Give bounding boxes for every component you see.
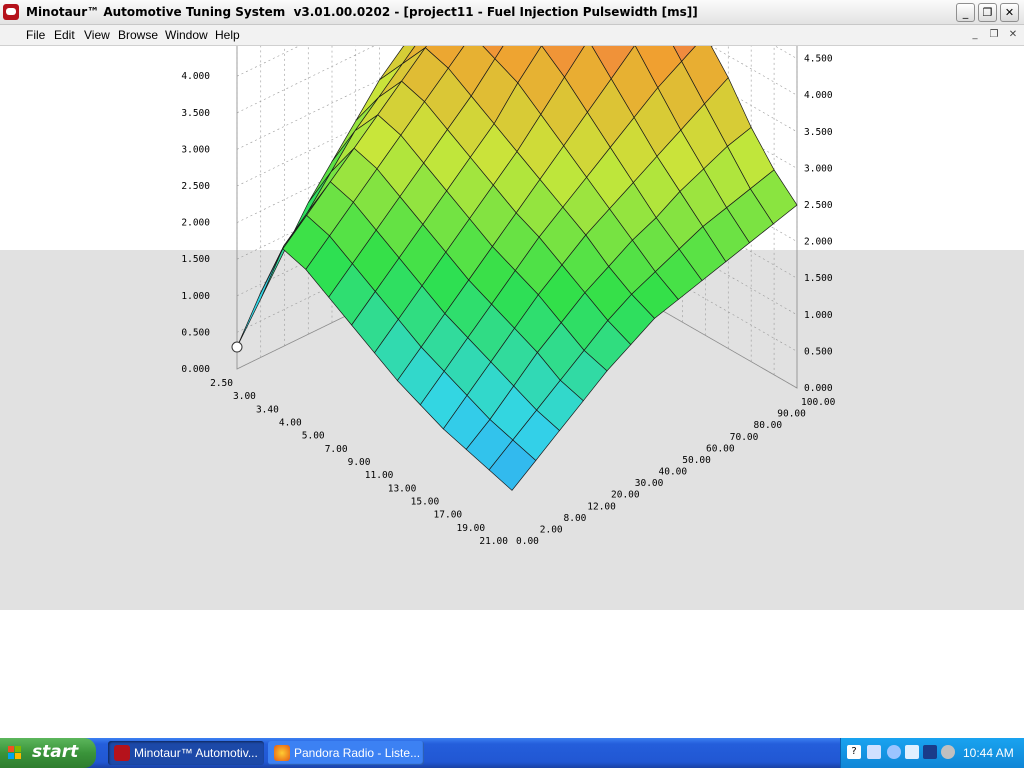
windows-flag-icon [8,746,22,760]
clock: 10:44 AM [963,746,1014,760]
child-restore-button[interactable]: ❐ [987,28,1001,42]
x-tick-label: 15.00 [411,497,440,508]
menu-help[interactable]: Help [215,28,240,42]
y-tick-label: 20.00 [611,490,640,501]
taskbar-button-minotaur[interactable]: Minotaur™ Automotiv... [108,741,264,765]
z-tick-label-right: 0.000 [804,383,833,394]
x-tick-label: 5.00 [302,431,325,442]
taskbar: start Minotaur™ Automotiv... Pandora Rad… [0,738,1024,768]
menu-browse[interactable]: Browse [118,28,158,42]
z-tick-label-right: 4.000 [804,90,833,101]
window-close-button[interactable]: ✕ [1000,3,1019,22]
y-tick-label: 70.00 [730,432,759,443]
z-tick-label-left: 2.500 [181,181,210,192]
minotaur-app-icon[interactable] [3,4,19,20]
minotaur-app-icon [114,745,130,761]
y-tick-label: 100.00 [801,397,836,408]
y-tick-label: 50.00 [682,455,711,466]
chevron-left-icon[interactable] [887,745,901,759]
y-tick-label: 30.00 [635,478,664,489]
child-minimize-button[interactable]: _ [968,28,982,42]
network-icon[interactable] [867,745,881,759]
x-tick-label: 21.00 [479,536,508,547]
z-tick-label-right: 2.500 [804,200,833,211]
chart-view-area[interactable]: 0.000 0.000 0.500 0.500 1.000 1.000 1.500 1.500… [0,46,1024,738]
x-tick-label: 3.40 [256,404,279,415]
menu-bar: File Edit View Browse Window Help _ ❐ ✕ [0,25,1024,46]
firefox-icon [274,745,290,761]
surface-chart[interactable]: 0.000 0.000 0.500 0.500 1.000 1.000 1.500 1.500… [0,46,1024,738]
window-title: Minotaur™ Automotive Tuning System v3.01… [26,5,698,19]
z-tick-label-right: 2.000 [804,237,833,248]
z-tick-label-left: 1.000 [181,291,210,302]
y-tick-label: 2.00 [540,524,563,535]
z-tick-label-left: 2.000 [181,218,210,229]
window-restore-button[interactable]: ❐ [978,3,997,22]
x-tick-label: 11.00 [365,470,394,481]
z-tick-label-right: 3.000 [804,163,833,174]
y-tick-label: 80.00 [754,420,783,431]
z-tick-label-left: 4.000 [181,71,210,82]
z-tick-label-right: 0.500 [804,346,833,357]
taskbar-button-pandora[interactable]: Pandora Radio - Liste... [268,741,424,765]
window-minimize-button[interactable]: _ [956,3,975,22]
y-tick-label: 40.00 [659,467,688,478]
menu-edit[interactable]: Edit [54,28,75,42]
wireless-icon[interactable] [905,745,919,759]
start-button[interactable]: start [0,738,96,768]
child-close-button[interactable]: ✕ [1006,28,1020,42]
z-tick-label-right: 4.500 [804,54,833,65]
help-icon[interactable]: ? [847,745,861,759]
x-tick-label: 13.00 [388,483,417,494]
menu-view[interactable]: View [84,28,110,42]
x-tick-label: 3.00 [233,391,256,402]
z-tick-label-left: 0.500 [181,327,210,338]
start-label: start [32,742,79,762]
y-tick-label: 8.00 [564,513,587,524]
y-tick-label: 12.00 [587,501,616,512]
z-tick-label-left: 1.500 [181,254,210,265]
y-tick-label: 60.00 [706,443,735,454]
x-tick-label: 19.00 [456,523,485,534]
y-tick-label: 0.00 [516,536,539,547]
z-tick-label-right: 3.500 [804,127,833,138]
x-tick-label: 9.00 [348,457,371,468]
taskbar-button-label: Minotaur™ Automotiv... [134,746,258,760]
x-tick-label: 2.50 [210,378,233,389]
x-tick-label: 4.00 [279,418,302,429]
fn-icon[interactable] [923,745,937,759]
x-tick-label: 17.00 [434,510,463,521]
z-tick-label-left: 3.500 [181,108,210,119]
menu-file[interactable]: File [26,28,45,42]
taskbar-button-label: Pandora Radio - Liste... [294,746,421,760]
window-title-bar[interactable]: Minotaur™ Automotive Tuning System v3.01… [0,0,1024,25]
system-tray: ? 10:44 AM [840,738,1024,768]
chart-surface [231,46,798,491]
cell-cursor-marker [231,341,243,353]
z-tick-label-left: 0.000 [181,364,210,375]
menu-window[interactable]: Window [165,28,208,42]
z-tick-label-right: 1.500 [804,273,833,284]
z-tick-label-left: 3.000 [181,144,210,155]
x-tick-label: 7.00 [325,444,348,455]
volume-icon[interactable] [941,745,955,759]
y-tick-label: 90.00 [777,409,806,420]
z-tick-label-right: 1.000 [804,310,833,321]
